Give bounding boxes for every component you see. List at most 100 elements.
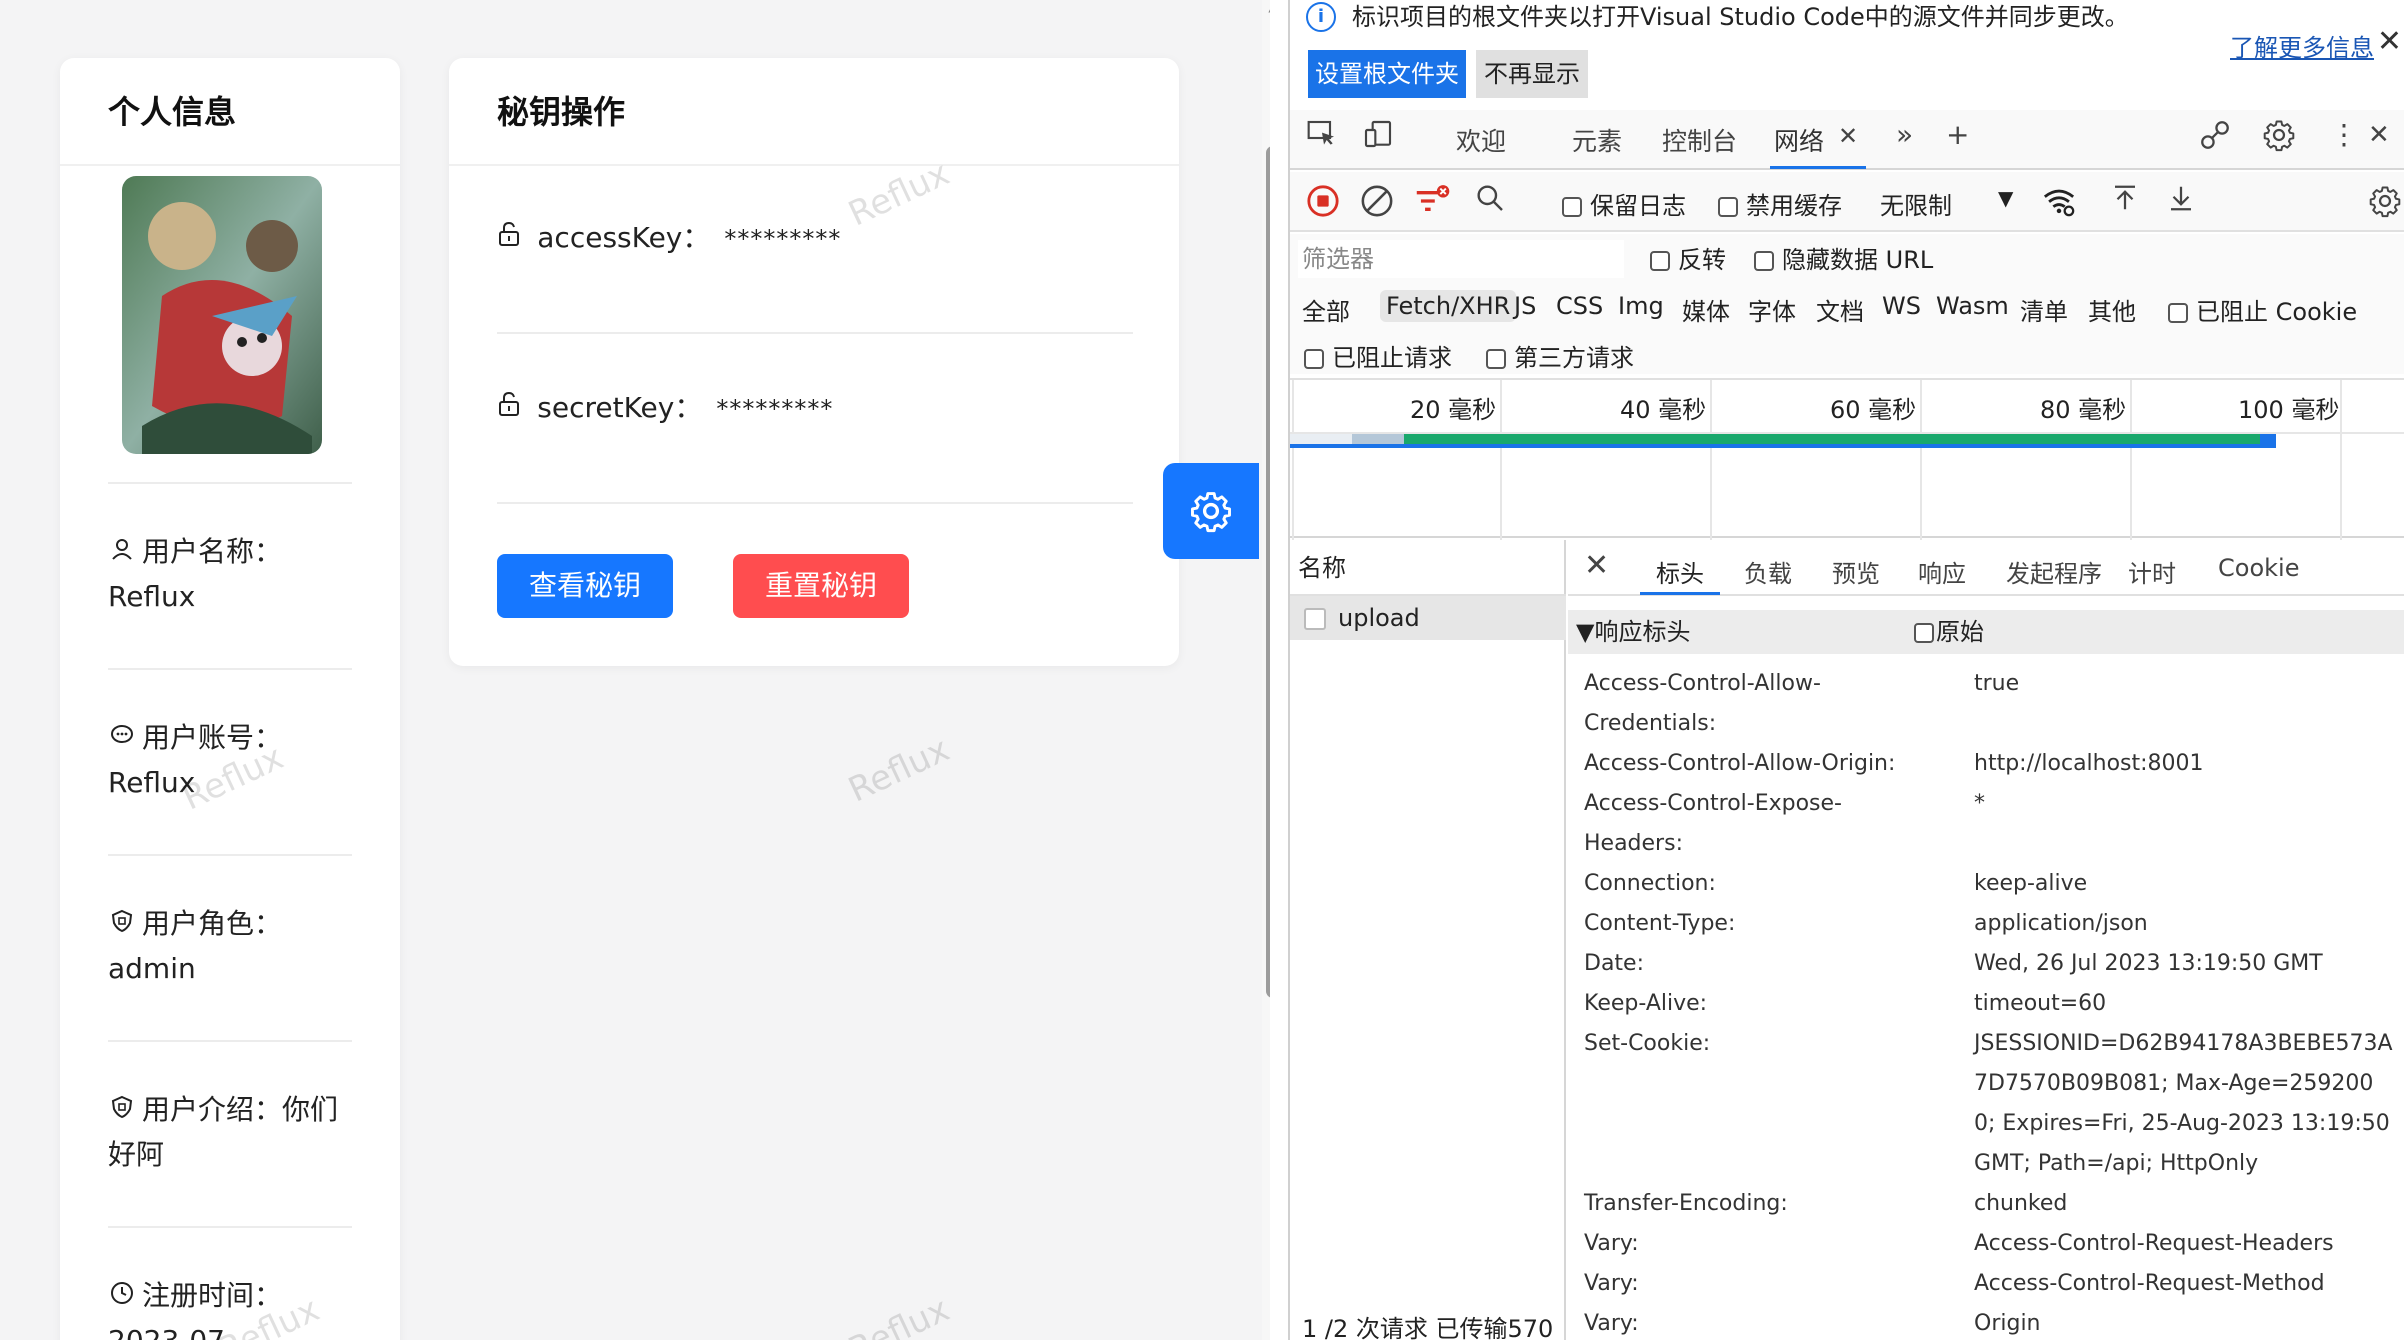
role-value: admin <box>108 952 196 985</box>
tab-preview[interactable]: 预览 <box>1832 554 1880 589</box>
page-scrollbar-thumb[interactable] <box>1266 146 1270 998</box>
preserve-log-checkbox[interactable]: 保留日志 <box>1562 186 1686 221</box>
type-filter-img[interactable]: Img <box>1612 290 1670 322</box>
learn-more-link[interactable]: 了解更多信息 <box>2230 28 2374 63</box>
filter-input[interactable]: 筛选器 <box>1298 240 1624 278</box>
disable-cache-checkbox[interactable]: 禁用缓存 <box>1718 186 1842 221</box>
response-headers-section[interactable]: ▼响应标头 原始 <box>1568 610 2404 654</box>
intro-label: 用户介绍：你们好阿 <box>108 1093 339 1171</box>
user-icon <box>108 531 136 575</box>
add-tab-icon[interactable]: + <box>1946 118 1969 151</box>
throttling-select[interactable]: 无限制 <box>1880 186 1952 221</box>
tab-elements[interactable]: 元素 <box>1572 122 1622 158</box>
hide-data-urls-checkbox[interactable]: 隐藏数据 URL <box>1754 240 1933 275</box>
page-scrollbar[interactable]: ▲ <box>1262 0 1270 1340</box>
network-timeline[interactable]: 20 毫秒 40 毫秒 60 毫秒 80 毫秒 100 毫秒 <box>1290 378 2404 540</box>
settings-gear-icon[interactable] <box>2262 118 2296 159</box>
preserve-log-label: 保留日志 <box>1590 192 1686 220</box>
timeline-bar-end <box>2260 434 2276 444</box>
more-options-icon[interactable]: ⋮ <box>2330 118 2358 151</box>
profile-card-title: 个人信息 <box>60 58 400 166</box>
checkbox-icon[interactable] <box>1562 197 1582 217</box>
checkbox-icon[interactable] <box>1486 349 1506 369</box>
reset-secret-button[interactable]: 重置秘钥 <box>733 554 909 618</box>
import-har-icon[interactable] <box>2110 182 2140 221</box>
tab-headers[interactable]: 标头 <box>1656 554 1704 589</box>
view-secret-button[interactable]: 查看秘钥 <box>497 554 673 618</box>
wifi-settings-icon[interactable] <box>2042 184 2076 225</box>
checkbox-icon[interactable] <box>2168 303 2188 323</box>
hide-data-urls-label: 隐藏数据 URL <box>1782 246 1934 274</box>
tab-welcome[interactable]: 欢迎 <box>1456 122 1506 158</box>
secret-key-row: secretKey： ********* <box>497 386 1133 426</box>
close-tab-icon[interactable]: ✕ <box>1838 122 1858 150</box>
scroll-up-arrow-icon[interactable]: ▲ <box>1266 0 1270 14</box>
blocked-cookies-checkbox[interactable]: 已阻止 Cookie <box>2168 292 2357 327</box>
header-name: Transfer-Encoding: <box>1584 1191 1788 1216</box>
device-emulation-icon[interactable] <box>1362 118 1394 157</box>
settings-float-button[interactable] <box>1163 463 1259 559</box>
dont-show-again-button[interactable]: 不再显示 <box>1476 50 1588 98</box>
info-icon: i <box>1306 2 1336 32</box>
close-detail-icon[interactable]: ✕ <box>1584 548 1609 583</box>
type-filter-ws[interactable]: WS <box>1876 290 1927 322</box>
type-filter-font[interactable]: 字体 <box>1742 290 1802 329</box>
raw-checkbox[interactable]: 原始 <box>1914 610 1984 654</box>
name-column-header[interactable]: 名称 <box>1290 540 1566 596</box>
record-icon[interactable] <box>1306 184 1340 225</box>
timeline-tick-label: 60 毫秒 <box>1830 396 1917 424</box>
type-filter-wasm[interactable]: Wasm <box>1930 290 2015 322</box>
close-devtools-icon[interactable]: ✕ <box>2368 120 2390 150</box>
timeline-gridline <box>2130 380 2132 540</box>
type-filter-css[interactable]: CSS <box>1550 290 1609 322</box>
checkbox-icon[interactable] <box>1718 197 1738 217</box>
checkbox-icon[interactable] <box>1914 623 1934 643</box>
third-party-checkbox[interactable]: 第三方请求 <box>1486 338 1634 373</box>
tab-console[interactable]: 控制台 <box>1662 122 1737 158</box>
request-row[interactable]: upload <box>1290 596 1566 640</box>
header-value: application/json <box>1974 911 2148 936</box>
network-settings-icon[interactable] <box>2368 184 2402 225</box>
shield-icon <box>108 903 136 947</box>
more-tabs-icon[interactable]: » <box>1896 118 1913 151</box>
username-label: 用户名称： <box>142 535 283 568</box>
export-har-icon[interactable] <box>2166 182 2196 221</box>
invert-checkbox[interactable]: 反转 <box>1650 240 1726 275</box>
tab-response[interactable]: 响应 <box>1918 554 1966 589</box>
throttling-value: 无限制 <box>1880 192 1952 220</box>
connection-icon[interactable] <box>2198 118 2232 159</box>
type-filter-media[interactable]: 媒体 <box>1676 290 1736 329</box>
register-label: 注册时间： <box>142 1279 283 1312</box>
access-key-label: accessKey： <box>537 221 711 254</box>
type-filter-other[interactable]: 其他 <box>2082 290 2142 329</box>
request-list: 名称 upload 1 /2 次请求 已传输570 <box>1290 540 1566 1340</box>
tab-timing[interactable]: 计时 <box>2128 554 2176 589</box>
checkbox-icon[interactable] <box>1650 251 1670 271</box>
close-icon[interactable]: ✕ <box>2377 24 2402 59</box>
inspect-element-icon[interactable] <box>1306 118 1338 157</box>
network-status-bar: 1 /2 次请求 已传输570 <box>1302 1315 1554 1340</box>
tab-initiator[interactable]: 发起程序 <box>2006 554 2102 589</box>
checkbox-icon[interactable] <box>1304 349 1324 369</box>
secret-key-label: secretKey： <box>537 391 703 424</box>
divider <box>497 502 1133 504</box>
filter-icon[interactable] <box>1414 184 1450 225</box>
tab-network[interactable]: 网络 <box>1774 122 1824 158</box>
type-filter-manifest[interactable]: 清单 <box>2014 290 2074 329</box>
search-icon[interactable] <box>1474 182 1506 221</box>
clear-icon[interactable] <box>1360 184 1394 225</box>
active-tab-indicator <box>1770 166 1866 169</box>
type-filter-fetch-xhr[interactable]: Fetch/XHR <box>1380 290 1517 322</box>
type-filter-doc[interactable]: 文档 <box>1810 290 1870 329</box>
tab-payload[interactable]: 负载 <box>1744 554 1792 589</box>
type-filter-all[interactable]: 全部 <box>1296 290 1356 329</box>
tab-cookies[interactable]: Cookie <box>2218 554 2299 582</box>
set-root-folder-button[interactable]: 设置根文件夹 <box>1308 50 1466 98</box>
disable-cache-label: 禁用缓存 <box>1746 192 1842 220</box>
checkbox-icon[interactable] <box>1754 251 1774 271</box>
timeline-gridline <box>1500 380 1502 540</box>
secret-key-value: ********* <box>716 395 834 423</box>
type-filter-js[interactable]: JS <box>1508 290 1542 322</box>
blocked-requests-checkbox[interactable]: 已阻止请求 <box>1304 338 1452 373</box>
dropdown-arrow-icon[interactable]: ▼ <box>1998 186 2013 210</box>
